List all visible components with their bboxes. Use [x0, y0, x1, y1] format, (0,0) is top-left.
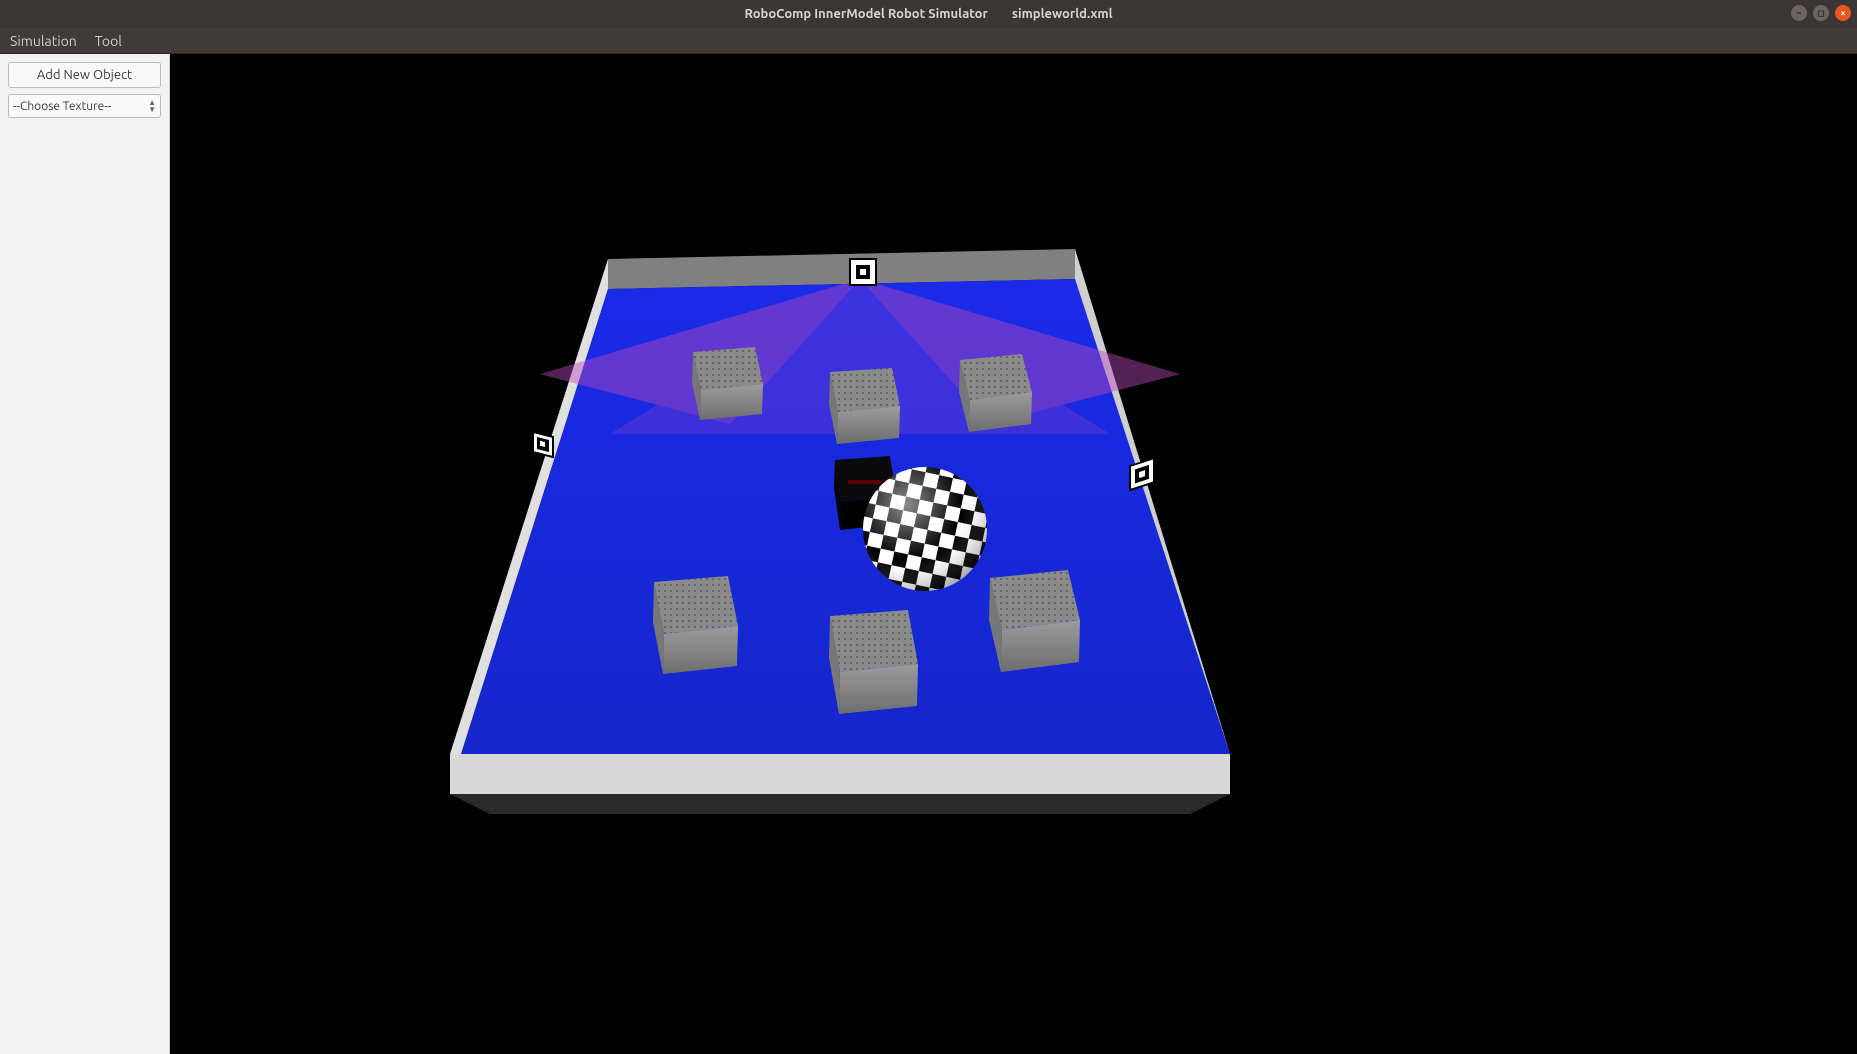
- box: [959, 354, 1032, 432]
- wall-front-inner: [450, 754, 1230, 794]
- ar-marker: [533, 432, 553, 457]
- choose-texture-label: --Choose Texture--: [13, 100, 111, 113]
- ar-marker: [850, 259, 876, 285]
- checker-sphere: [863, 467, 987, 591]
- box: [829, 368, 900, 444]
- close-icon[interactable]: ×: [1835, 5, 1851, 21]
- viewport-3d[interactable]: [170, 54, 1857, 1054]
- box: [989, 570, 1080, 672]
- choose-texture-select[interactable]: --Choose Texture-- ▲▼: [8, 94, 161, 118]
- window-title-app: RoboComp InnerModel Robot Simulator: [744, 7, 987, 21]
- minimize-icon[interactable]: –: [1791, 5, 1807, 21]
- menubar: Simulation Tool: [0, 28, 1857, 54]
- box: [692, 347, 763, 420]
- maximize-icon[interactable]: ◻: [1813, 5, 1829, 21]
- sidebar: Add New Object --Choose Texture-- ▲▼: [0, 54, 170, 1054]
- box: [653, 576, 738, 674]
- menu-simulation[interactable]: Simulation: [10, 33, 77, 49]
- titlebar: RoboComp InnerModel Robot Simulator simp…: [0, 0, 1857, 28]
- base: [450, 794, 1230, 814]
- spinner-icon: ▲▼: [148, 100, 156, 113]
- window-controls: – ◻ ×: [1791, 5, 1851, 21]
- window-title-file: simpleworld.xml: [1012, 7, 1113, 21]
- menu-tool[interactable]: Tool: [95, 33, 122, 49]
- add-new-object-button[interactable]: Add New Object: [8, 62, 161, 88]
- box: [829, 610, 918, 714]
